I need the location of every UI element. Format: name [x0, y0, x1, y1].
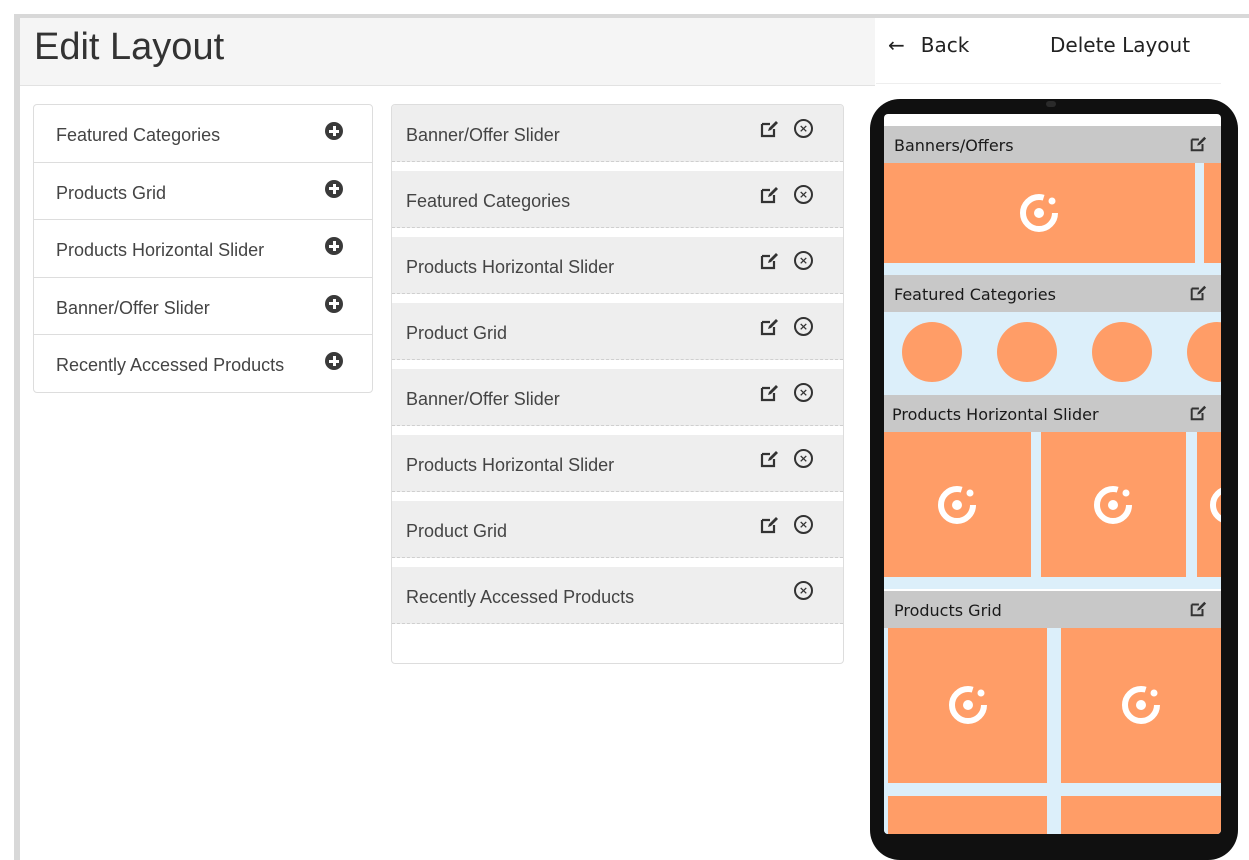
- layout-row[interactable]: Product Grid ×: [392, 303, 843, 360]
- remove-icon[interactable]: ×: [794, 581, 813, 600]
- product-tile: [888, 628, 1047, 783]
- edit-icon[interactable]: [1189, 404, 1207, 422]
- category-circle: [902, 322, 962, 382]
- layout-row-label: Featured Categories: [406, 191, 571, 211]
- widget-item[interactable]: Recently Accessed Products: [34, 335, 372, 393]
- product-tile: [888, 796, 1047, 834]
- remove-icon[interactable]: ×: [794, 119, 813, 138]
- header-actions: ← Back Delete Layout: [876, 18, 1221, 84]
- widget-list: Featured Categories Products Grid Produc…: [33, 104, 373, 393]
- plus-circle-icon[interactable]: [325, 237, 343, 255]
- edit-icon[interactable]: [759, 119, 779, 139]
- edit-icon[interactable]: [1189, 135, 1207, 153]
- layout-row-label: Recently Accessed Products: [406, 587, 635, 607]
- remove-icon[interactable]: ×: [794, 317, 813, 336]
- category-circle: [1187, 322, 1221, 382]
- plus-circle-icon[interactable]: [325, 179, 343, 198]
- grid-preview: [884, 628, 1221, 834]
- remove-icon[interactable]: ×: [794, 185, 813, 204]
- product-tile: [1197, 432, 1221, 577]
- logo-icon: [1020, 194, 1058, 232]
- edit-icon[interactable]: [759, 515, 779, 535]
- layout-list: Banner/Offer Slider × Featured Categories ×…: [391, 104, 844, 664]
- product-tile: [1061, 796, 1221, 834]
- widget-item[interactable]: Featured Categories: [34, 105, 372, 163]
- widget-item[interactable]: Products Grid: [34, 163, 372, 220]
- edit-icon[interactable]: [759, 317, 779, 337]
- plus-circle-icon[interactable]: [325, 294, 343, 313]
- preview-section-header: Products Grid: [884, 591, 1221, 628]
- logo-icon: [938, 486, 976, 524]
- slider-preview: [884, 432, 1221, 589]
- edit-icon[interactable]: [759, 185, 779, 205]
- edit-icon[interactable]: [1189, 284, 1207, 302]
- remove-icon[interactable]: ×: [794, 383, 813, 402]
- logo-icon: [949, 686, 987, 724]
- remove-icon[interactable]: ×: [794, 449, 813, 468]
- edit-icon[interactable]: [759, 251, 779, 271]
- back-button[interactable]: ← Back: [888, 33, 969, 57]
- widget-label: Products Horizontal Slider: [56, 240, 265, 260]
- preview-section-title: Products Grid: [894, 601, 1002, 620]
- logo-icon: [1094, 486, 1132, 524]
- widget-item[interactable]: Banner/Offer Slider: [34, 278, 372, 335]
- banner-tile: [1204, 163, 1221, 263]
- banner-preview: [884, 163, 1221, 275]
- banner-tile: [884, 163, 1195, 263]
- product-tile: [884, 432, 1031, 577]
- category-circle: [997, 322, 1057, 382]
- page-title: Edit Layout: [34, 26, 225, 68]
- plus-circle-icon[interactable]: [325, 122, 343, 140]
- categories-preview: [884, 312, 1221, 397]
- layout-row[interactable]: Featured Categories ×: [392, 171, 843, 228]
- layout-row-label: Product Grid: [406, 521, 508, 541]
- category-circle: [1092, 322, 1152, 382]
- edit-icon[interactable]: [1189, 600, 1207, 618]
- logo-icon: [1122, 686, 1160, 724]
- layout-row[interactable]: Banner/Offer Slider ×: [392, 105, 843, 162]
- preview-section-title: Featured Categories: [894, 285, 1056, 304]
- layout-row-label: Products Horizontal Slider: [406, 257, 615, 277]
- layout-row-label: Product Grid: [406, 323, 508, 343]
- layout-row[interactable]: Products Horizontal Slider ×: [392, 435, 843, 492]
- widget-item[interactable]: Products Horizontal Slider: [34, 220, 372, 278]
- layout-row[interactable]: Recently Accessed Products ×: [392, 567, 843, 624]
- delete-layout-button[interactable]: Delete Layout: [1050, 33, 1190, 57]
- edit-icon[interactable]: [759, 383, 779, 403]
- edit-icon[interactable]: [759, 449, 779, 469]
- product-tile: [1041, 432, 1186, 577]
- product-tile: [1061, 628, 1221, 783]
- phone-preview: Banners/Offers Featured Categories Produ…: [884, 114, 1221, 834]
- layout-row[interactable]: Banner/Offer Slider ×: [392, 369, 843, 426]
- widget-label: Recently Accessed Products: [56, 355, 285, 375]
- page-header: Edit Layout: [20, 18, 875, 86]
- phone-speaker: [1046, 101, 1056, 107]
- layout-row-label: Products Horizontal Slider: [406, 455, 615, 475]
- widget-label: Featured Categories: [56, 125, 221, 145]
- preview-section-title: Products Horizontal Slider: [892, 405, 1099, 424]
- plus-circle-icon[interactable]: [325, 352, 343, 370]
- logo-icon: [1210, 487, 1221, 523]
- arrow-left-icon: ←: [888, 33, 905, 57]
- widget-label: Products Grid: [56, 182, 167, 203]
- layout-row-label: Banner/Offer Slider: [406, 125, 560, 145]
- window-edge: [14, 14, 20, 860]
- widget-label: Banner/Offer Slider: [56, 297, 210, 318]
- layout-row-label: Banner/Offer Slider: [406, 389, 560, 409]
- preview-section-header: Featured Categories: [884, 275, 1221, 312]
- preview-section-header: Products Horizontal Slider: [884, 395, 1221, 432]
- back-label: Back: [920, 33, 970, 57]
- layout-row[interactable]: Product Grid ×: [392, 501, 843, 558]
- preview-section-title: Banners/Offers: [894, 136, 1014, 155]
- remove-icon[interactable]: ×: [794, 251, 813, 270]
- remove-icon[interactable]: ×: [794, 515, 813, 534]
- preview-section-header: Banners/Offers: [884, 126, 1221, 163]
- layout-row[interactable]: Products Horizontal Slider ×: [392, 237, 843, 294]
